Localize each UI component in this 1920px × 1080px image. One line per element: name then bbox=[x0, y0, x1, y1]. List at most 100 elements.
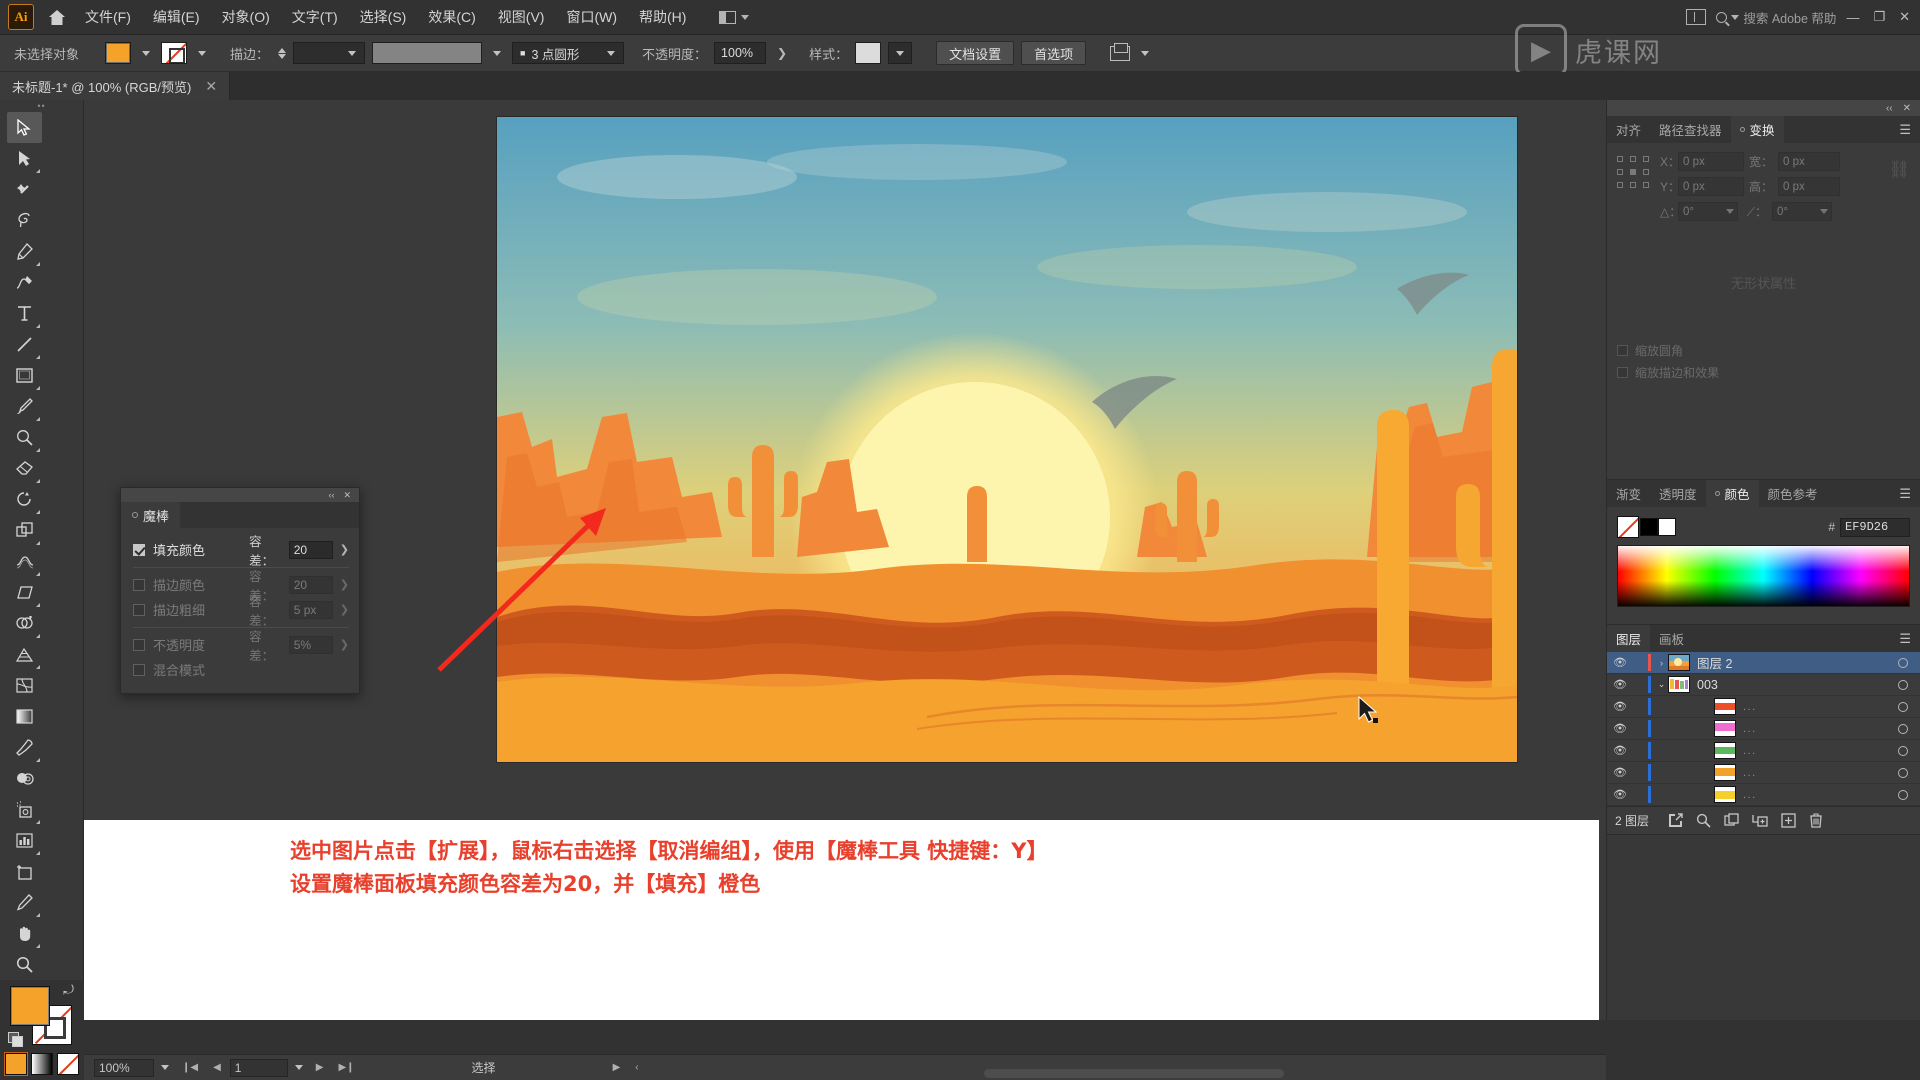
collapse-icon[interactable]: ‹‹ bbox=[1886, 103, 1893, 114]
home-icon[interactable] bbox=[40, 0, 74, 34]
color-spectrum-ramp[interactable] bbox=[1617, 545, 1910, 607]
close-icon[interactable]: ✕ bbox=[343, 490, 351, 501]
tab-magic-wand[interactable]: 魔棒 bbox=[121, 502, 181, 528]
chevron-down-icon[interactable] bbox=[493, 50, 502, 56]
menu-type[interactable]: 文字(T) bbox=[281, 0, 349, 35]
zoom-level-input[interactable]: 100% bbox=[94, 1058, 154, 1077]
scale-corners-checkbox[interactable] bbox=[1617, 345, 1628, 356]
preferences-button[interactable]: 首选项 bbox=[1021, 41, 1087, 65]
artboard-artwork[interactable] bbox=[497, 117, 1517, 762]
color-fill-mode-button[interactable] bbox=[3, 1052, 28, 1076]
white-swatch[interactable] bbox=[1658, 518, 1676, 536]
visibility-eye-icon[interactable]: 👁 bbox=[1607, 700, 1633, 713]
search-icon[interactable] bbox=[1696, 813, 1711, 828]
workspace-switcher[interactable] bbox=[719, 10, 750, 24]
scale-corners-checkbox-row[interactable]: 缩放圆角 bbox=[1617, 342, 1910, 359]
layer-name[interactable]: 003 bbox=[1697, 678, 1886, 692]
table-row[interactable]: 👁 ... bbox=[1607, 696, 1920, 718]
chevron-right-icon[interactable]: › bbox=[1655, 658, 1668, 668]
stroke-tolerance-expand-icon[interactable]: ❯ bbox=[340, 578, 349, 591]
toolbar-grip[interactable]: •• bbox=[0, 100, 83, 112]
perspective-grid-tool[interactable] bbox=[7, 639, 42, 670]
hand-tool[interactable] bbox=[7, 918, 42, 949]
artboard-nav-last[interactable]: ▶❙ bbox=[332, 1062, 360, 1073]
magic-wand-tool[interactable] bbox=[7, 174, 42, 205]
paintbrush-tool[interactable] bbox=[7, 391, 42, 422]
new-sublayer-icon[interactable] bbox=[1752, 813, 1768, 828]
curvature-tool[interactable] bbox=[7, 267, 42, 298]
fill-color-checkbox[interactable] bbox=[133, 543, 145, 556]
stroke-weight-expand-icon[interactable]: ❯ bbox=[340, 603, 349, 616]
free-transform-tool[interactable] bbox=[7, 577, 42, 608]
stroke-weight-dropdown[interactable] bbox=[293, 42, 366, 64]
target-indicator[interactable] bbox=[1886, 745, 1920, 756]
visibility-eye-icon[interactable]: 👁 bbox=[1607, 788, 1633, 801]
pen-tool[interactable] bbox=[7, 236, 42, 267]
artboard-number-input[interactable]: 1 bbox=[229, 1058, 288, 1077]
chevron-down-icon[interactable] bbox=[294, 1065, 303, 1070]
artboard-nav-next[interactable]: ▶ bbox=[310, 1062, 330, 1073]
horizontal-scrollbar[interactable] bbox=[984, 1069, 1284, 1078]
visibility-eye-icon[interactable]: 👁 bbox=[1607, 656, 1633, 669]
blend-mode-checkbox[interactable] bbox=[133, 663, 145, 676]
transform-y-input[interactable]: 0 px bbox=[1678, 177, 1744, 196]
stroke-profile-preview[interactable] bbox=[372, 42, 483, 64]
stroke-color-checkbox[interactable] bbox=[133, 578, 145, 591]
wand-row-stroke-color[interactable]: 描边颜色 容差： 20 ❯ bbox=[133, 570, 349, 603]
layer-name[interactable]: ... bbox=[1743, 767, 1886, 779]
tab-transform[interactable]: 变换 bbox=[1730, 116, 1784, 143]
transform-w-input[interactable]: 0 px bbox=[1778, 152, 1840, 171]
mesh-tool[interactable] bbox=[7, 670, 42, 701]
hex-input[interactable]: EF9D26 bbox=[1840, 517, 1910, 537]
chevron-down-icon[interactable] bbox=[161, 1065, 169, 1070]
transform-shear-input[interactable]: 0° bbox=[1772, 202, 1832, 221]
fill-color-swatch[interactable] bbox=[105, 42, 132, 64]
artboard-nav-first[interactable]: ❙◀ bbox=[176, 1062, 204, 1073]
status-expand-icon[interactable]: ▶ bbox=[607, 1062, 627, 1073]
fill-tolerance-expand-icon[interactable]: ❯ bbox=[340, 543, 349, 556]
collapse-icon[interactable]: ‹‹ bbox=[328, 490, 334, 500]
direct-selection-tool[interactable] bbox=[7, 143, 42, 174]
gradient-fill-mode-button[interactable] bbox=[30, 1053, 53, 1075]
target-indicator[interactable] bbox=[1886, 679, 1920, 690]
eyedropper-tool[interactable] bbox=[7, 732, 42, 763]
panel-menu-icon[interactable]: ☰ bbox=[1899, 487, 1920, 500]
target-indicator[interactable] bbox=[1886, 789, 1920, 800]
tab-gradient[interactable]: 渐变 bbox=[1607, 480, 1650, 507]
artboard-tool[interactable] bbox=[7, 856, 42, 887]
menu-select[interactable]: 选择(S) bbox=[349, 0, 418, 35]
wand-row-stroke-weight[interactable]: 描边粗细 容差： 5 px ❯ bbox=[133, 595, 349, 628]
visibility-eye-icon[interactable]: 👁 bbox=[1607, 744, 1633, 757]
chevron-down-icon[interactable] bbox=[1141, 50, 1150, 56]
target-indicator[interactable] bbox=[1886, 657, 1920, 668]
target-indicator[interactable] bbox=[1886, 723, 1920, 734]
reference-point-selector[interactable] bbox=[1617, 156, 1651, 190]
minimize-button[interactable]: — bbox=[1846, 10, 1859, 25]
gradient-tool[interactable] bbox=[7, 701, 42, 732]
scale-tool[interactable] bbox=[7, 515, 42, 546]
layer-name[interactable]: ... bbox=[1743, 701, 1886, 713]
style-dropdown[interactable] bbox=[888, 42, 913, 64]
symbol-sprayer-tool[interactable] bbox=[7, 794, 42, 825]
locate-object-icon[interactable] bbox=[1668, 813, 1683, 828]
restore-button[interactable]: ❐ bbox=[1873, 9, 1885, 25]
brush-definition-dropdown[interactable]: ■ 3 点圆形 bbox=[512, 42, 625, 64]
scale-strokes-checkbox-row[interactable]: 缩放描边和效果 bbox=[1617, 364, 1910, 381]
opacity-tolerance-input[interactable]: 5% bbox=[288, 635, 333, 654]
opacity-checkbox[interactable] bbox=[133, 638, 145, 651]
eraser-tool[interactable] bbox=[7, 453, 42, 484]
tab-transparency[interactable]: 透明度 bbox=[1650, 480, 1706, 507]
tab-color-guide[interactable]: 颜色参考 bbox=[1759, 480, 1827, 507]
visibility-eye-icon[interactable]: 👁 bbox=[1607, 678, 1633, 691]
chevron-down-icon[interactable]: ⌄ bbox=[1655, 679, 1668, 690]
panel-menu-icon[interactable]: ☰ bbox=[1899, 632, 1920, 645]
layer-name[interactable]: 图层 2 bbox=[1697, 653, 1886, 672]
target-indicator[interactable] bbox=[1886, 767, 1920, 778]
panel-toggle-icon[interactable] bbox=[1686, 9, 1707, 25]
table-row[interactable]: 👁 ⌄ 003 bbox=[1607, 674, 1920, 696]
swap-fill-stroke-icon[interactable]: ⤾ bbox=[63, 982, 74, 998]
status-tool-label[interactable]: 选择 bbox=[364, 1059, 604, 1077]
default-fill-stroke-icon[interactable] bbox=[8, 1032, 24, 1048]
link-broken-icon[interactable]: ⛓ bbox=[1888, 160, 1910, 180]
opacity-input[interactable]: 100% bbox=[714, 42, 767, 64]
